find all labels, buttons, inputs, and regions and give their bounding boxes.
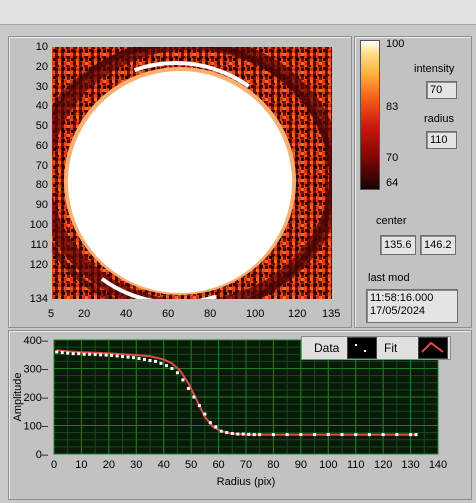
data-point <box>71 352 75 356</box>
fit-swatch-line <box>421 341 444 353</box>
data-point <box>170 367 174 370</box>
data-point <box>164 364 168 368</box>
data-point <box>252 433 256 437</box>
x-tick-label: 50 <box>185 459 197 471</box>
data-point <box>148 359 152 363</box>
data-point <box>143 357 147 361</box>
x-tick-label: 40 <box>158 459 170 471</box>
data-point <box>241 432 245 436</box>
data-point <box>395 433 399 437</box>
data-point <box>381 433 385 437</box>
data-point <box>159 361 163 365</box>
x-tick-label: 0 <box>51 459 57 471</box>
data-point <box>299 433 303 437</box>
legend-data-label: Data <box>314 341 340 355</box>
y-tick-label: 200– <box>24 392 49 404</box>
data-point <box>326 433 330 437</box>
data-point <box>104 353 108 357</box>
x-tick-label: 140 <box>429 459 447 471</box>
data-swatch-dot <box>364 350 366 352</box>
data-point <box>66 351 70 355</box>
legend-data-swatch <box>347 337 377 359</box>
data-point <box>126 355 130 359</box>
data-point <box>214 425 218 429</box>
y-tick-label: 300– <box>24 364 49 376</box>
data-point <box>121 355 125 359</box>
x-tick-label: 130 <box>401 459 419 471</box>
data-point <box>55 350 59 354</box>
data-point <box>208 421 212 425</box>
x-tick-label: 20 <box>103 459 115 471</box>
x-axis-label: Radius (pix) <box>217 476 276 488</box>
data-point <box>137 357 141 361</box>
data-point <box>225 431 229 435</box>
data-point <box>181 378 185 382</box>
data-point <box>82 352 86 356</box>
data-point <box>99 353 103 357</box>
data-point <box>247 432 251 436</box>
data-point <box>271 433 275 437</box>
y-tick-label: 400– <box>24 335 49 347</box>
data-point <box>313 433 317 437</box>
x-tick-label: 110 <box>347 459 365 471</box>
data-point <box>258 433 262 437</box>
x-tick-label: 10 <box>75 459 87 471</box>
data-point <box>340 433 344 437</box>
data-point <box>367 433 371 437</box>
x-tick-label: 100 <box>319 459 337 471</box>
data-point <box>192 395 196 399</box>
data-point <box>153 359 157 363</box>
data-point <box>203 412 207 416</box>
x-tick-label: 60 <box>212 459 224 471</box>
data-point <box>409 433 413 437</box>
data-point <box>230 431 234 435</box>
x-tick-label: 30 <box>130 459 142 471</box>
data-point <box>60 351 64 355</box>
y-tick-label: 0– <box>36 449 49 461</box>
data-point <box>236 432 240 436</box>
data-point <box>110 353 114 357</box>
data-point <box>354 433 358 437</box>
y-tick-label: 100– <box>24 421 49 433</box>
data-point <box>93 353 97 357</box>
data-point <box>132 356 136 360</box>
x-tick-label: 80 <box>267 459 279 471</box>
x-tick-label: 90 <box>295 459 307 471</box>
data-point <box>77 352 81 356</box>
y-axis-label: Amplitude <box>12 373 24 422</box>
data-point <box>186 386 190 390</box>
data-swatch-dot <box>355 344 357 346</box>
legend-fit-swatch <box>418 337 448 359</box>
data-point <box>88 352 92 356</box>
data-point <box>197 404 201 408</box>
data-point <box>414 433 418 437</box>
x-tick-label: 70 <box>240 459 252 471</box>
data-point <box>175 371 179 375</box>
profile-chart: 0 10 20 30 40 50 60 70 80 90 100 110 120 130 140 400– 30… <box>12 335 447 488</box>
x-tick-label: 120 <box>374 459 392 471</box>
data-point <box>115 354 119 358</box>
data-point <box>219 429 223 433</box>
data-point <box>285 433 289 437</box>
legend-fit-label: Fit <box>384 341 398 355</box>
